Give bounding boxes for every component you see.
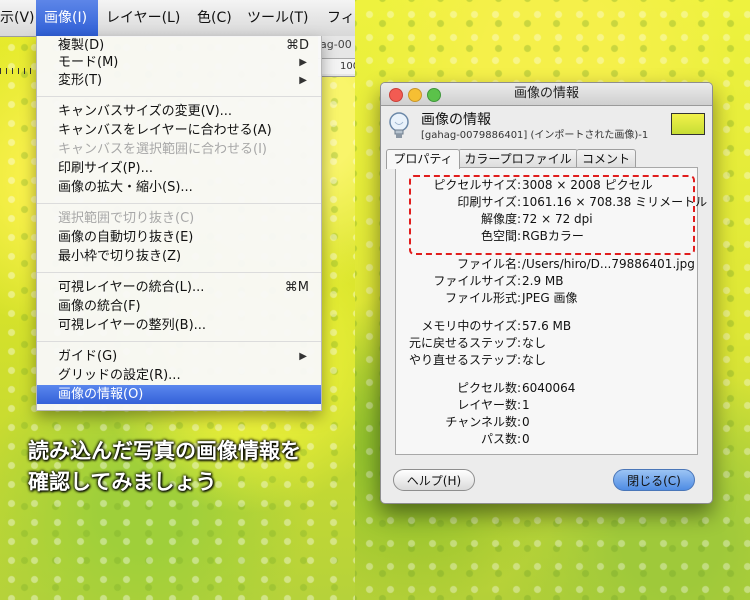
menu-item-canvas-size[interactable]: キャンバスサイズの変更(V)... — [37, 102, 321, 121]
shortcut-label: ⌘M — [284, 280, 309, 295]
prop-row: 解像度: 72 × 72 dpi — [480, 212, 593, 226]
submenu-arrow-icon: ▶ — [299, 351, 307, 362]
caption-line-1: 読み込んだ写真の画像情報を — [28, 439, 301, 463]
menu-separator — [37, 203, 321, 204]
image-menu-dropdown: 複製(D) ⌘D モード(M) ▶ 変形(T) ▶ キャンバスサイズの変更(V)… — [36, 36, 322, 411]
ruler-label: 100 — [318, 58, 355, 74]
close-button[interactable]: 閉じる(C) — [613, 469, 695, 491]
menu-layer[interactable]: レイヤー(L) — [106, 0, 180, 36]
dialog-title: 画像の情報 — [513, 86, 579, 101]
prop-row: やり直せるステップ: なし — [408, 353, 547, 367]
menu-item-autocrop[interactable]: 画像の自動切り抜き(E) — [37, 228, 321, 247]
prop-row: ファイルサイズ: 2.9 MB — [433, 274, 564, 288]
menu-item-fit-canvas-to-layers[interactable]: キャンバスをレイヤーに合わせる(A) — [37, 121, 321, 140]
menu-item-scale-image[interactable]: 画像の拡大・縮小(S)... — [37, 178, 321, 197]
image-properties-dialog: 画像の情報 画像の情報 [gahag-0079886401] (インポートされた… — [380, 82, 713, 504]
menu-item-flatten-image[interactable]: 画像の統合(F) — [37, 297, 321, 316]
menu-item-zealous-crop[interactable]: 最小枠で切り抜き(Z) — [37, 247, 321, 266]
help-button[interactable]: ヘルプ(H) — [393, 469, 475, 491]
prop-row: レイヤー数: 1 — [457, 398, 530, 412]
dialog-titlebar[interactable]: 画像の情報 — [381, 83, 712, 106]
menu-separator — [37, 96, 321, 97]
prop-row: チャンネル数: 0 — [445, 415, 530, 429]
menu-item-fit-canvas-to-selection: キャンバスを選択範囲に合わせる(I) — [58, 142, 267, 157]
menu-tools[interactable]: ツール(T) — [247, 0, 308, 36]
menu-separator — [37, 341, 321, 342]
properties-panel: ピクセルサイズ: 3008 × 2008 ピクセル 印刷サイズ: 1061.16… — [395, 167, 708, 455]
prop-row: ピクセルサイズ: 3008 × 2008 ピクセル — [433, 178, 653, 192]
menu-item-crop-to-selection: 選択範囲で切り抜き(C) — [58, 211, 195, 226]
menu-separator — [37, 272, 321, 273]
menu-item-guides[interactable]: ガイド(G) ▶ — [37, 347, 321, 366]
menu-filters[interactable]: フィ — [327, 0, 355, 36]
ruler — [0, 68, 37, 74]
image-thumbnail — [671, 113, 705, 135]
tab-comment[interactable]: コメント — [576, 149, 636, 168]
lightbulb-icon — [389, 112, 409, 138]
menu-item-image-properties[interactable]: 画像の情報(O) — [37, 385, 321, 404]
image-window-tab: ag-00 100 — [318, 36, 355, 77]
menu-item-print-size[interactable]: 印刷サイズ(P)... — [37, 159, 321, 178]
menu-item-align-visible-layers[interactable]: 可視レイヤーの整列(B)... — [37, 316, 321, 335]
prop-row: ピクセル数: 6040064 — [456, 381, 576, 395]
prop-row: ファイル名: /Users/hiro/D...79886401.jpg — [456, 257, 695, 271]
prop-row: 印刷サイズ: 1061.16 × 708.38 ミリメートル — [457, 195, 708, 209]
tab-properties[interactable]: プロパティ — [386, 149, 460, 169]
submenu-arrow-icon: ▶ — [299, 75, 307, 86]
header-subtitle: [gahag-0079886401] (インポートされた画像)-1 — [421, 130, 649, 141]
menu-view[interactable]: 示(V) — [0, 0, 35, 36]
left-screenshot: 示(V) 画像(I) レイヤー(L) 色(C) ツール(T) フィ ag-00 … — [0, 0, 355, 600]
caption-line-2: 確認してみましょう — [28, 470, 217, 494]
image-tab-title: ag-00 — [320, 38, 352, 51]
right-screenshot: 画像の情報 画像の情報 [gahag-0079886401] (インポートされた… — [355, 0, 750, 600]
prop-row: 元に戻せるステップ: なし — [408, 336, 547, 350]
menu-image[interactable]: 画像(I) — [36, 0, 98, 36]
menubar: 示(V) 画像(I) レイヤー(L) 色(C) ツール(T) フィ — [0, 0, 355, 37]
menu-item-transform[interactable]: 変形(T) ▶ — [37, 71, 321, 90]
prop-row: ファイル形式: JPEG 画像 — [444, 291, 578, 305]
submenu-arrow-icon: ▶ — [299, 57, 307, 68]
prop-row: メモリ中のサイズ: 57.6 MB — [421, 319, 572, 333]
menu-item-merge-visible-layers[interactable]: 可視レイヤーの統合(L)... ⌘M — [37, 278, 321, 297]
menu-item-configure-grid[interactable]: グリッドの設定(R)... — [37, 366, 321, 385]
prop-row: パス数: 0 — [480, 432, 530, 446]
menu-color[interactable]: 色(C) — [197, 0, 232, 36]
tab-color-profile[interactable]: カラープロファイル — [458, 149, 578, 168]
instruction-caption: 読み込んだ写真の画像情報を 確認してみましょう — [28, 436, 301, 498]
menu-item-mode[interactable]: モード(M) ▶ — [37, 53, 321, 72]
prop-row: 色空間: RGBカラー — [480, 229, 584, 243]
